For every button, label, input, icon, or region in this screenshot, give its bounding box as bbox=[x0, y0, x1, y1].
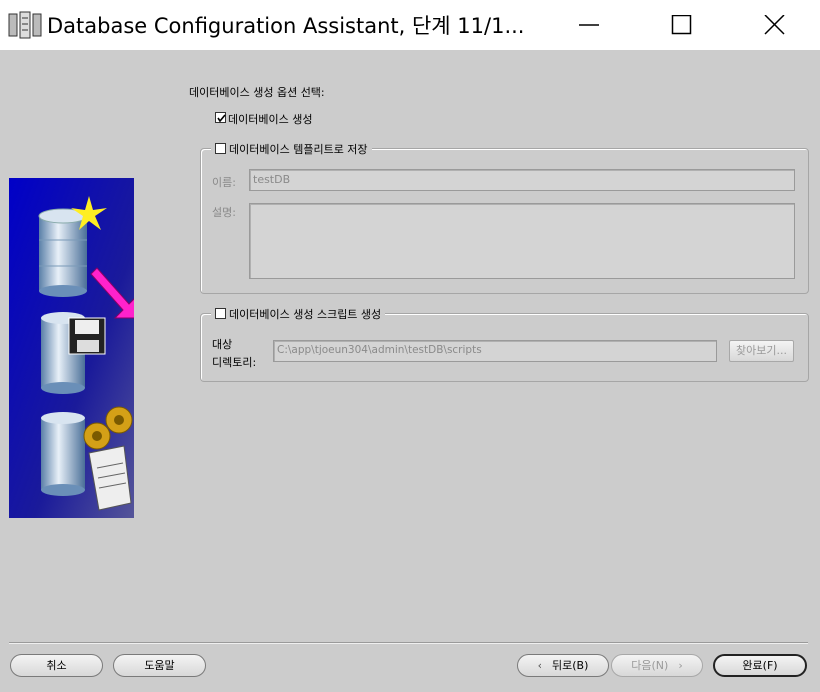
browse-button[interactable]: 찾아보기... bbox=[729, 340, 794, 362]
generate-scripts-legend: 데이터베이스 생성 스크립트 생성 bbox=[211, 306, 386, 322]
destination-label-line2: 디렉토리: bbox=[212, 356, 257, 369]
help-button[interactable]: 도움말 bbox=[113, 654, 206, 677]
destination-directory-field[interactable]: C:\app\tjoeun304\admin\testDB\scripts bbox=[273, 340, 717, 362]
save-template-checkbox[interactable] bbox=[215, 143, 226, 154]
chevron-left-icon: ‹ bbox=[537, 659, 543, 672]
section-title: 데이터베이스 생성 옵션 선택: bbox=[189, 86, 325, 99]
database-wizard-illustration bbox=[9, 178, 134, 518]
generate-scripts-checkbox[interactable] bbox=[215, 308, 226, 319]
back-button[interactable]: ‹ 뒤로(B) bbox=[517, 654, 609, 677]
window-title: Database Configuration Assistant, 단계 11/… bbox=[47, 14, 525, 38]
chevron-right-icon: › bbox=[678, 659, 683, 672]
finish-button[interactable]: 완료(F) bbox=[713, 654, 807, 677]
destination-label-line1: 대상 bbox=[212, 338, 233, 351]
maximize-button[interactable] bbox=[635, 0, 727, 50]
template-description-label: 설명: bbox=[212, 206, 236, 219]
create-database-label[interactable]: 데이터베이스 생성 bbox=[228, 111, 312, 127]
template-description-field[interactable] bbox=[249, 203, 795, 279]
footer-separator bbox=[9, 642, 808, 644]
close-button[interactable] bbox=[728, 0, 820, 50]
next-button[interactable]: 다음(N) › bbox=[611, 654, 703, 677]
title-bar: Database Configuration Assistant, 단계 11/… bbox=[0, 0, 820, 50]
back-button-label: 뒤로(B) bbox=[552, 659, 589, 672]
save-template-label[interactable]: 데이터베이스 템플리트로 저장 bbox=[229, 143, 368, 156]
minimize-icon bbox=[579, 24, 599, 26]
maximize-icon bbox=[671, 15, 692, 35]
close-icon bbox=[764, 15, 785, 35]
next-button-label: 다음(N) bbox=[631, 659, 669, 672]
template-name-label: 이름: bbox=[212, 176, 236, 189]
minimize-button[interactable] bbox=[542, 0, 634, 50]
database-app-icon bbox=[8, 11, 42, 39]
template-name-field[interactable]: testDB bbox=[249, 169, 795, 191]
save-template-legend: 데이터베이스 템플리트로 저장 bbox=[211, 141, 372, 157]
cancel-button[interactable]: 취소 bbox=[10, 654, 103, 677]
create-database-checkbox[interactable] bbox=[215, 112, 226, 123]
generate-scripts-label[interactable]: 데이터베이스 생성 스크립트 생성 bbox=[229, 308, 381, 321]
checkmark-icon bbox=[217, 114, 226, 123]
